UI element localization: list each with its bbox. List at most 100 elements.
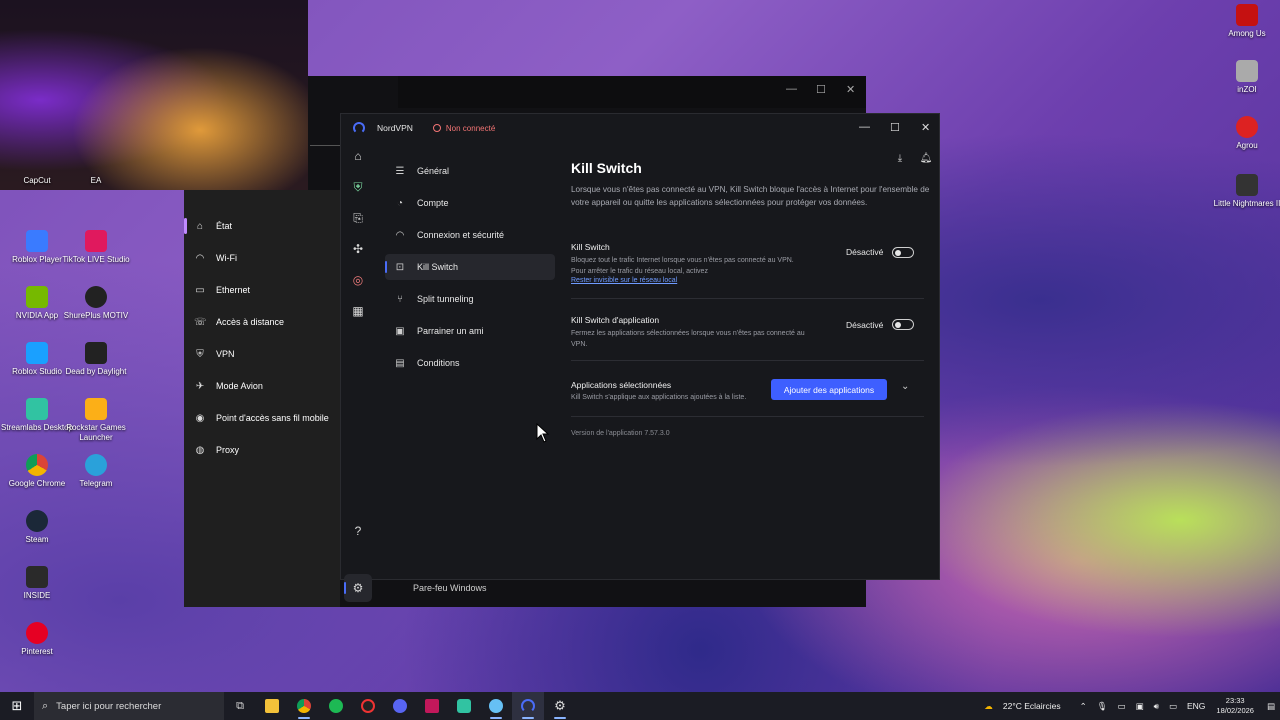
apps-grid-icon[interactable]: ▦ (351, 304, 365, 318)
divider (571, 360, 924, 361)
desktop-icon-little-nightmares[interactable]: Little Nightmares II (1206, 174, 1280, 209)
wifi-icon: ◠ (195, 252, 205, 264)
submenu-item-terms[interactable]: ▤ Conditions (385, 350, 555, 376)
steam-icon[interactable] (480, 692, 512, 720)
wifi-icon: ◠ (395, 229, 405, 241)
connection-status-badge: Non connecté (432, 124, 495, 133)
clock[interactable]: 23:33 18/02/2026 (1216, 696, 1254, 716)
spotify-icon[interactable] (320, 692, 352, 720)
settings-item-ethernet[interactable]: ▭ Ethernet (194, 280, 250, 300)
network-settings-panel: ⌂ État ◠ Wi-Fi ▭ Ethernet ☏ Accès à distance… (184, 190, 340, 607)
nordvpn-nav-rail: ⌂ ⛨ ⎘ ✣ ◎ ▦ ? ⚙ (341, 142, 375, 602)
windows-start-icon[interactable]: ⊞ (0, 698, 34, 714)
streamlabs-icon[interactable] (448, 692, 480, 720)
submenu-item-kill-switch[interactable]: ⊡ Kill Switch (385, 254, 555, 280)
maximize-icon[interactable]: ☐ (816, 83, 826, 96)
selected-indicator (184, 218, 187, 234)
dbd-icon (85, 342, 107, 364)
settings-item-wifi[interactable]: ◠ Wi-Fi (194, 248, 237, 268)
help-icon[interactable]: ? (351, 524, 365, 538)
page-title: Kill Switch (571, 160, 642, 176)
app-version: Version de l'application 7.57.3.0 (571, 430, 670, 437)
app-kill-switch-toggle[interactable] (892, 319, 914, 330)
settings-item-proxy[interactable]: ◍ Proxy (194, 440, 239, 460)
microphone-icon[interactable]: 🎙︎ (1097, 701, 1108, 712)
network-icon[interactable]: ▭ (1118, 701, 1126, 712)
settings-item-etat[interactable]: ⌂ État (194, 216, 232, 236)
divider (571, 298, 924, 299)
submenu-item-account[interactable]: ◔ Compte (385, 190, 555, 216)
background-window-divider (310, 145, 342, 167)
selected-apps-desc: Kill Switch s'applique aux applications … (571, 394, 747, 401)
desktop-icon-shureplus[interactable]: ShurePlus MOTIV (59, 286, 133, 321)
add-applications-button[interactable]: Ajouter des applications (771, 379, 887, 400)
desktop-icon-inside[interactable]: INSIDE (0, 566, 74, 601)
chrome-icon[interactable] (288, 692, 320, 720)
app-kill-switch-title: Kill Switch d'application (571, 315, 660, 325)
minimize-button[interactable]: — (859, 121, 870, 133)
notifications-icon[interactable]: ▤ (1267, 701, 1275, 712)
recording-app-icon[interactable] (352, 692, 384, 720)
pinterest-icon (26, 622, 48, 644)
submenu-item-connection-security[interactable]: ◠ Connexion et sécurité (385, 222, 555, 248)
desktop-icon-dead-by-daylight[interactable]: Dead by Daylight (59, 342, 133, 377)
discord-icon[interactable] (384, 692, 416, 720)
desktop-icon-rockstar[interactable]: Rockstar Games Launcher (59, 398, 133, 443)
settings-item-hotspot[interactable]: ◉ Point d'accès sans fil mobile (194, 408, 344, 428)
taskbar: ⊞ ⌕ Taper ici pour rechercher ⧉ ⚙ ☁ 22°C … (0, 692, 1280, 720)
close-button[interactable]: ✕ (921, 121, 930, 134)
rockstar-icon (85, 398, 107, 420)
close-icon[interactable]: ✕ (846, 83, 855, 96)
submenu-item-split-tunneling[interactable]: ⑂ Split tunneling (385, 286, 555, 312)
submenu-item-refer-friend[interactable]: ▣ Parrainer un ami (385, 318, 555, 344)
minimize-icon[interactable]: — (786, 83, 797, 95)
desktop-icon-ea[interactable]: EA (59, 176, 133, 186)
settings-item-vpn[interactable]: ⛨ VPN (194, 344, 234, 364)
shure-icon (85, 286, 107, 308)
telegram-icon (85, 454, 107, 476)
task-view-icon[interactable]: ⧉ (224, 692, 256, 720)
kill-switch-toggle[interactable] (892, 247, 914, 258)
home-icon[interactable]: ⌂ (351, 149, 365, 163)
steam-icon (26, 510, 48, 532)
volume-icon[interactable]: 🔊︎ (1154, 701, 1159, 712)
stay-invisible-link[interactable]: Rester invisible sur le réseau local (571, 277, 831, 284)
desktop-icon-telegram[interactable]: Telegram (59, 454, 133, 489)
background-window-titlebar: — ☐ ✕ (398, 76, 866, 108)
taskbar-search[interactable]: ⌕ Taper ici pour rechercher (34, 692, 224, 720)
general-icon: ☰ (395, 165, 405, 177)
desktop-icon-steam[interactable]: Steam (0, 510, 74, 545)
display-icon[interactable]: ▣ (1136, 701, 1144, 712)
desktop-icon-agrou[interactable]: Agrou (1210, 116, 1280, 151)
settings-gear-icon[interactable]: ⚙ (544, 692, 576, 720)
document-icon: ▤ (395, 357, 405, 369)
app-kill-switch-state: Désactivé (846, 320, 884, 330)
affinity-icon[interactable] (416, 692, 448, 720)
desktop-icon-pinterest[interactable]: Pinterest (0, 622, 74, 657)
file-explorer-icon[interactable] (256, 692, 288, 720)
threat-protection-icon[interactable]: ⛨ (351, 180, 365, 194)
desktop-icon-tiktok-live[interactable]: TikTok LIVE Studio (59, 230, 133, 265)
file-share-icon[interactable]: ⎘ (351, 211, 365, 225)
language-indicator[interactable]: ENG (1187, 701, 1205, 711)
desktop-icon-inzoi[interactable]: inZOI (1210, 60, 1280, 95)
battery-icon[interactable]: ▭ (1169, 701, 1177, 712)
submenu-item-general[interactable]: ☰ Général (385, 158, 555, 184)
settings-gear-icon[interactable]: ⚙ (351, 581, 365, 595)
inzoi-icon (1236, 60, 1258, 82)
webcam-overlay (0, 0, 308, 190)
weather-text[interactable]: 22°C Eclaircies (1003, 701, 1061, 711)
meshnet-icon[interactable]: ✣ (351, 242, 365, 256)
nordvpn-taskbar-icon[interactable] (512, 692, 544, 720)
dark-web-monitor-icon[interactable]: ◎ (351, 273, 365, 287)
gift-icon: ▣ (395, 325, 405, 337)
windows-firewall-link[interactable]: Pare-feu Windows (413, 583, 487, 593)
settings-item-remote-access[interactable]: ☏ Accès à distance (194, 312, 284, 332)
settings-item-airplane-mode[interactable]: ✈ Mode Avion (194, 376, 263, 396)
divider (571, 416, 924, 417)
chevron-down-icon[interactable]: ⌄ (901, 381, 909, 392)
maximize-button[interactable]: ☐ (890, 121, 900, 134)
home-icon: ⌂ (196, 220, 204, 232)
desktop-icon-among-us[interactable]: Among Us (1210, 4, 1280, 39)
chevron-up-icon[interactable]: ⌃ (1080, 701, 1087, 712)
